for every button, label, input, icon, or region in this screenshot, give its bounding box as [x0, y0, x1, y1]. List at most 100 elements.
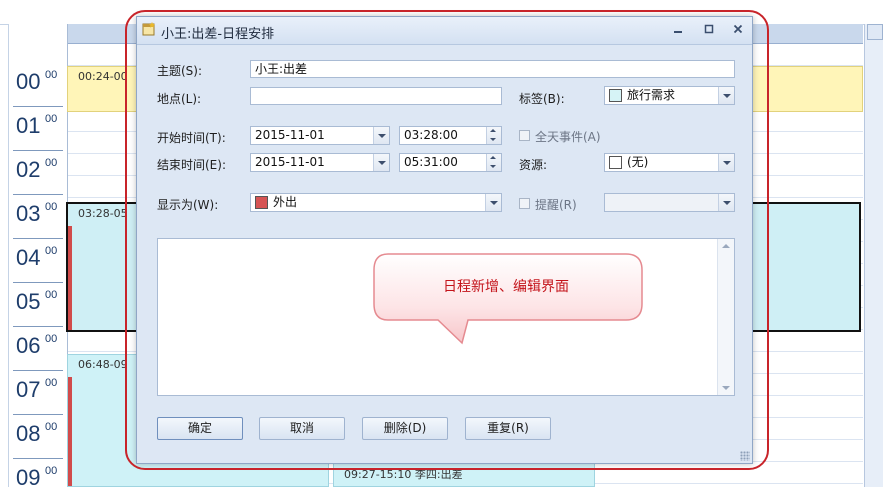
resource-color-swatch	[609, 156, 622, 169]
start-time-spinner[interactable]: 03:28:00	[399, 126, 502, 145]
minimize-button[interactable]	[669, 22, 687, 38]
appointment-time: 09:27-15:10 李四:出差	[344, 468, 463, 481]
scroll-up-button[interactable]	[867, 24, 883, 40]
start-date-value: 2015-11-01	[255, 128, 325, 142]
show-as-label: 显示为(W):	[157, 198, 219, 212]
hour-04: 04 00	[9, 239, 67, 283]
hour-label: 02	[16, 157, 41, 182]
resource-label: 资源:	[519, 158, 548, 172]
minute-label: 00	[45, 69, 58, 81]
chevron-down-icon[interactable]	[373, 154, 389, 171]
hour-label: 04	[16, 245, 41, 270]
show-as-dropdown[interactable]: 外出	[250, 193, 502, 212]
minimize-icon	[674, 31, 682, 33]
hour-label: 00	[16, 69, 41, 94]
chevron-down-icon[interactable]	[373, 127, 389, 144]
hour-label: 05	[16, 289, 41, 314]
spin-buttons[interactable]	[486, 127, 501, 144]
status-bar	[68, 226, 72, 330]
hour-05: 05 00	[9, 283, 67, 327]
location-input[interactable]	[250, 87, 502, 105]
delete-button[interactable]: 删除(D)	[362, 417, 448, 440]
hour-03: 03 00	[9, 195, 67, 239]
hour-label: 06	[16, 333, 41, 358]
cancel-button[interactable]: 取消	[259, 417, 345, 440]
minute-label: 00	[45, 333, 58, 345]
maximize-icon	[704, 24, 714, 34]
end-date-picker[interactable]: 2015-11-01	[250, 153, 390, 172]
minute-label: 00	[45, 201, 58, 213]
close-button[interactable]	[729, 22, 747, 38]
tag-label: 标签(B):	[519, 92, 565, 106]
calendar-icon	[142, 22, 156, 36]
minute-label: 00	[45, 421, 58, 433]
start-date-picker[interactable]: 2015-11-01	[250, 126, 390, 145]
callout-text: 日程新增、编辑界面	[443, 279, 569, 295]
tag-value: 旅行需求	[627, 88, 676, 102]
all-day-label: 全天事件(A)	[535, 130, 601, 144]
tag-color-swatch	[609, 89, 622, 102]
subject-label: 主题(S):	[157, 64, 203, 78]
minute-label: 00	[45, 245, 58, 257]
appointment-time: 06:48-09	[78, 358, 128, 371]
subject-input[interactable]: 小王:出差	[250, 60, 735, 78]
location-label: 地点(L):	[157, 92, 202, 106]
appointment[interactable]: 09:27-15:10 李四:出差	[333, 462, 595, 487]
show-as-color-swatch	[255, 196, 268, 209]
show-as-value: 外出	[273, 195, 298, 209]
hour-label: 01	[16, 113, 41, 138]
scroll-down-icon[interactable]	[722, 386, 730, 390]
dialog-titlebar[interactable]: 小王:出差-日程安排	[137, 17, 752, 45]
minute-label: 00	[45, 157, 58, 169]
chevron-down-icon[interactable]	[718, 87, 734, 104]
hour-01: 01 00	[9, 107, 67, 151]
spin-up-icon[interactable]	[490, 129, 496, 132]
all-day-checkbox[interactable]	[519, 130, 530, 141]
scroll-up-icon[interactable]	[722, 244, 730, 248]
minute-label: 00	[45, 465, 58, 477]
minute-label: 00	[45, 377, 58, 389]
hour-07: 07 00	[9, 371, 67, 415]
end-date-value: 2015-11-01	[255, 155, 325, 169]
spin-up-icon[interactable]	[490, 156, 496, 159]
hour-08: 08 00	[9, 415, 67, 459]
chevron-down-icon[interactable]	[718, 194, 734, 211]
callout-bubble	[373, 253, 643, 345]
start-time-label: 开始时间(T):	[157, 131, 226, 145]
chevron-down-icon[interactable]	[718, 154, 734, 171]
resource-dropdown[interactable]: (无)	[604, 153, 735, 172]
close-icon	[733, 24, 743, 34]
end-time-label: 结束时间(E):	[157, 158, 226, 172]
appointment-time: 03:28-05	[78, 207, 128, 220]
spin-down-icon[interactable]	[490, 165, 496, 168]
recurrence-button[interactable]: 重复(R)	[465, 417, 551, 440]
status-bar	[68, 377, 72, 486]
dialog-title: 小王:出差-日程安排	[161, 27, 275, 42]
hour-02: 02 00	[9, 151, 67, 195]
chevron-down-icon[interactable]	[485, 194, 501, 211]
spin-down-icon[interactable]	[490, 138, 496, 141]
minute-label: 00	[45, 113, 58, 125]
vertical-scrollbar[interactable]	[864, 24, 883, 487]
ok-button[interactable]: 确定	[157, 417, 243, 440]
reminder-checkbox[interactable]	[519, 198, 530, 209]
reminder-dropdown[interactable]	[604, 193, 735, 212]
spin-buttons[interactable]	[486, 154, 501, 171]
appointment-dialog: 小王:出差-日程安排 主题(S): 小王:出差 地点(L): 标签(B): 旅行…	[136, 16, 753, 464]
textarea-scrollbar[interactable]	[717, 239, 734, 395]
time-ruler: 00 00 01 00 02 00 03 00 04 00 05 00 06 00 07 00 …	[8, 24, 68, 490]
hour-label: 07	[16, 377, 41, 402]
hour-label: 09	[16, 465, 41, 490]
tag-dropdown[interactable]: 旅行需求	[604, 86, 735, 105]
end-time-spinner[interactable]: 05:31:00	[399, 153, 502, 172]
appointment-time: 00:24-00	[78, 70, 128, 83]
hour-09: 09 00	[9, 459, 67, 503]
hour-00: 00 00	[9, 63, 67, 107]
hour-06: 06 00	[9, 327, 67, 371]
maximize-button[interactable]	[700, 22, 718, 38]
resource-value: (无)	[627, 155, 649, 169]
reminder-label: 提醒(R)	[535, 198, 577, 212]
resize-grip-icon[interactable]	[740, 451, 750, 461]
hour-label: 08	[16, 421, 41, 446]
start-time-value: 03:28:00	[404, 128, 458, 142]
